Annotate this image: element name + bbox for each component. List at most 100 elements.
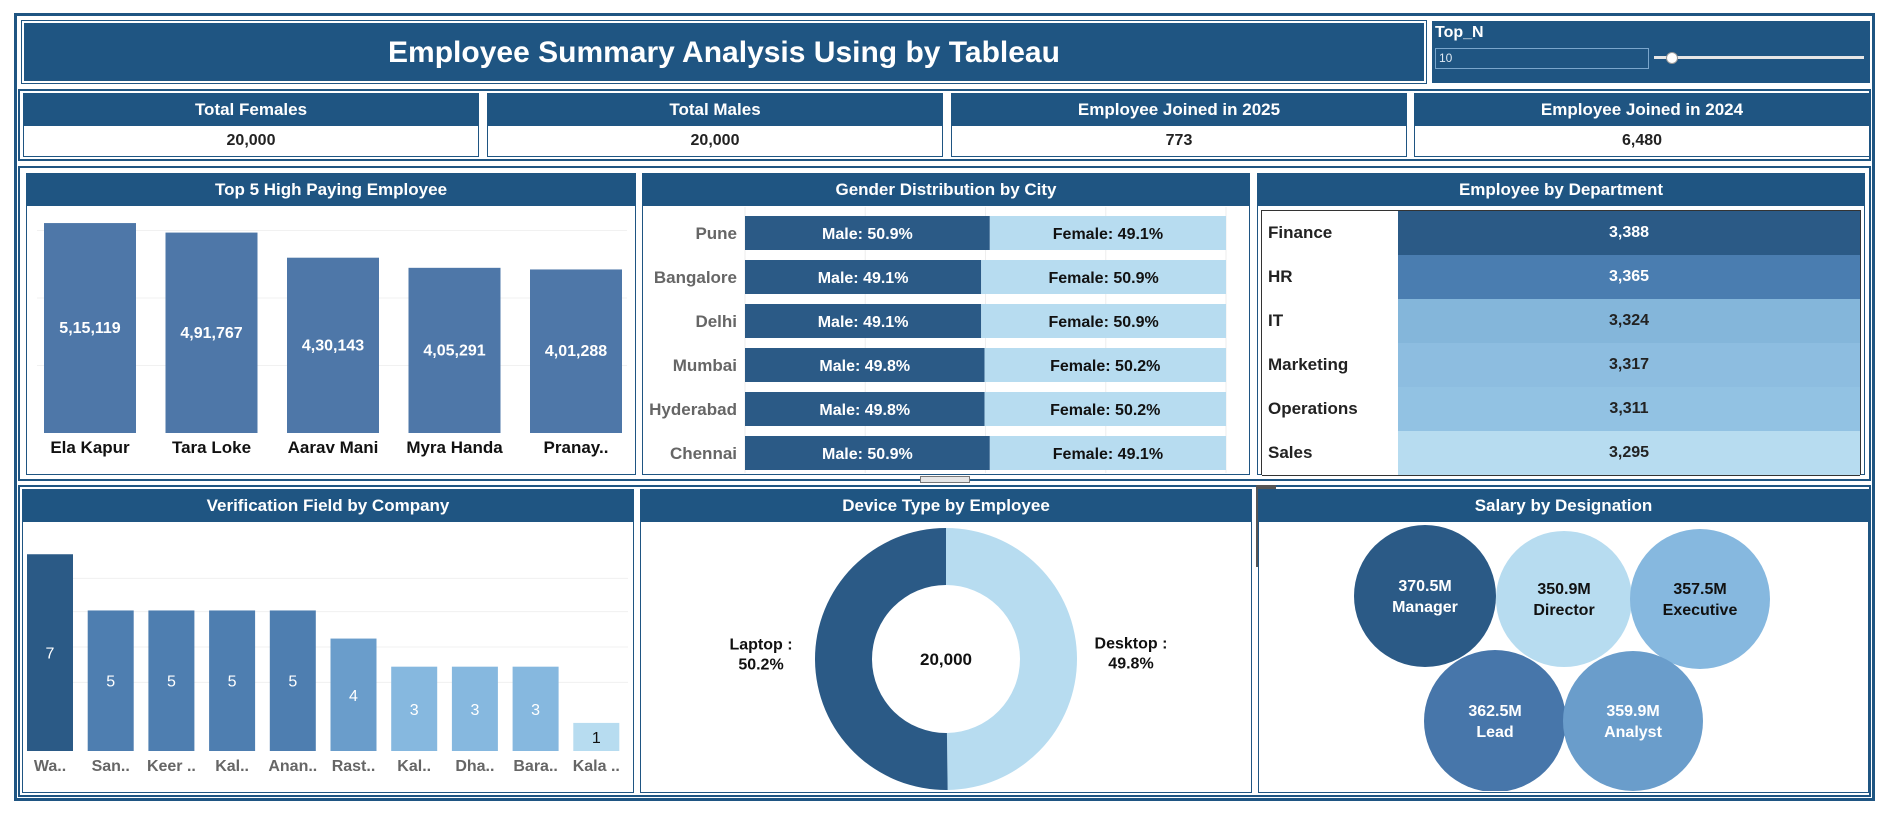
department-row[interactable]: HR 3,365 [1262, 255, 1860, 300]
department-count: 3,311 [1398, 387, 1860, 431]
top-n-label: Top_N [1435, 24, 1484, 41]
category-label: Kala .. [573, 758, 620, 775]
salary-bubble[interactable] [1563, 651, 1703, 791]
category-label: Tara Loke [172, 438, 251, 457]
department-row[interactable]: Marketing 3,317 [1262, 343, 1860, 388]
slice-label: Laptop : [729, 636, 792, 653]
top5-panel: Top 5 High Paying Employee 5,15,119 Ela K… [26, 173, 636, 475]
category-label: Pranay.. [544, 438, 609, 457]
bubble-name: Analyst [1604, 724, 1662, 741]
department-row[interactable]: Finance 3,388 [1262, 211, 1860, 256]
category-label: Ela Kapur [50, 438, 130, 457]
bar-value-label: 3 [470, 702, 479, 719]
female-label: Female: 49.1% [1053, 226, 1163, 243]
city-label: Mumbai [673, 356, 737, 375]
male-label: Male: 49.1% [818, 270, 909, 287]
kpi-card: Total Females 20,000 [23, 93, 479, 157]
salary-title: Salary by Designation [1259, 490, 1868, 522]
bar-value-label: 5 [228, 674, 237, 691]
device-panel: Device Type by Employee Desktop : 49.8% La… [640, 489, 1252, 793]
bar-value-label: 4 [349, 688, 358, 705]
salary-bubble[interactable] [1630, 529, 1770, 669]
department-count: 3,365 [1398, 255, 1860, 299]
salary-panel: Salary by Designation 370.5M Manager 350.9… [1258, 489, 1869, 793]
department-name: Operations [1262, 387, 1405, 431]
kpi-value: 20,000 [226, 132, 276, 149]
bubble-value: 362.5M [1468, 703, 1521, 720]
kpi-label: Total Males [488, 94, 942, 126]
top-n-value: 10 [1439, 51, 1453, 65]
bubble-name: Lead [1476, 724, 1513, 741]
city-label: Bangalore [654, 268, 737, 287]
category-label: Keer .. [147, 758, 196, 775]
category-label: Myra Handa [406, 438, 503, 457]
male-label: Male: 50.9% [822, 226, 913, 243]
kpi-card: Employee Joined in 2024 6,480 [1414, 93, 1870, 157]
bar-value-label: 4,91,767 [180, 325, 242, 342]
verification-title: Verification Field by Company [23, 490, 633, 522]
donut-center-label: 20,000 [920, 650, 972, 669]
male-label: Male: 49.8% [819, 402, 910, 419]
department-panel: Employee by Department Finance 3,388 HR 3,3… [1257, 173, 1865, 476]
salary-chart: 370.5M Manager 350.9M Director 357.5M Executi… [1354, 525, 1770, 791]
bubble-value: 350.9M [1537, 581, 1590, 598]
slice-label: 50.2% [738, 656, 783, 673]
kpi-label: Employee Joined in 2024 [1415, 94, 1869, 126]
city-label: Hyderabad [649, 400, 737, 419]
female-label: Female: 50.9% [1048, 314, 1158, 331]
top5-chart: 5,15,119 Ela Kapur 4,91,767 Tara Loke 4,30,1… [37, 223, 627, 457]
bar-value-label: 5 [288, 674, 297, 691]
top-n-input[interactable]: 10 [1435, 48, 1649, 69]
resize-handle[interactable] [920, 476, 970, 483]
bubble-name: Manager [1392, 599, 1458, 616]
gender-city-chart: Pune Male: 50.9% Female: 49.1% Bangalore Mal… [649, 207, 1227, 473]
category-label: San.. [92, 758, 130, 775]
bubble-name: Executive [1663, 602, 1738, 619]
city-label: Delhi [695, 312, 737, 331]
page-title: Employee Summary Analysis Using by Table… [388, 36, 1060, 69]
bar-value-label: 3 [410, 702, 419, 719]
department-count: 3,295 [1398, 431, 1860, 475]
bar-value-label: 7 [46, 646, 55, 663]
verification-panel: Verification Field by Company 7 Wa.. 5 San.… [22, 489, 634, 793]
male-label: Male: 49.1% [818, 314, 909, 331]
category-label: Kal.. [397, 758, 431, 775]
slice-label: Desktop : [1095, 636, 1168, 653]
salary-bubble[interactable] [1354, 525, 1496, 667]
gender-city-title: Gender Distribution by City [643, 174, 1249, 206]
bar-value-label: 4,30,143 [302, 337, 364, 354]
category-label: Wa.. [34, 758, 66, 775]
bubble-value: 370.5M [1398, 578, 1451, 595]
category-label: Kal.. [215, 758, 249, 775]
department-table: Finance 3,388 HR 3,365 IT 3,324 Marketing 3,317… [1261, 210, 1861, 476]
department-row[interactable]: IT 3,324 [1262, 299, 1860, 344]
male-label: Male: 50.9% [822, 446, 913, 463]
kpi-label: Total Females [24, 94, 478, 126]
female-label: Female: 50.2% [1050, 358, 1160, 375]
department-row[interactable]: Operations 3,311 [1262, 387, 1860, 432]
male-label: Male: 49.8% [819, 358, 910, 375]
department-count: 3,317 [1398, 343, 1860, 387]
top5-title: Top 5 High Paying Employee [27, 174, 635, 206]
kpi-value: 20,000 [690, 132, 740, 149]
salary-bubble[interactable] [1424, 650, 1566, 791]
slice-label: 49.8% [1108, 656, 1153, 673]
bubble-value: 359.9M [1606, 703, 1659, 720]
top-n-slider-thumb[interactable] [1665, 52, 1678, 64]
category-label: Bara.. [513, 758, 557, 775]
device-chart: Desktop : 49.8% Laptop : 50.2% 20,000 [729, 528, 1168, 790]
department-row[interactable]: Sales 3,295 [1262, 431, 1860, 476]
department-title: Employee by Department [1258, 174, 1864, 206]
bar-value-label: 3 [531, 702, 540, 719]
top-n-slider-track[interactable] [1654, 56, 1864, 59]
kpi-value: 6,480 [1621, 132, 1663, 149]
department-name: HR [1262, 255, 1405, 299]
bar-value-label: 4,01,288 [545, 343, 607, 360]
female-label: Female: 49.1% [1053, 446, 1163, 463]
city-label: Pune [695, 224, 737, 243]
category-label: Dha.. [455, 758, 494, 775]
department-name: Marketing [1262, 343, 1405, 387]
city-label: Chennai [670, 444, 737, 463]
female-label: Female: 50.9% [1048, 270, 1158, 287]
salary-bubble[interactable] [1496, 531, 1632, 667]
